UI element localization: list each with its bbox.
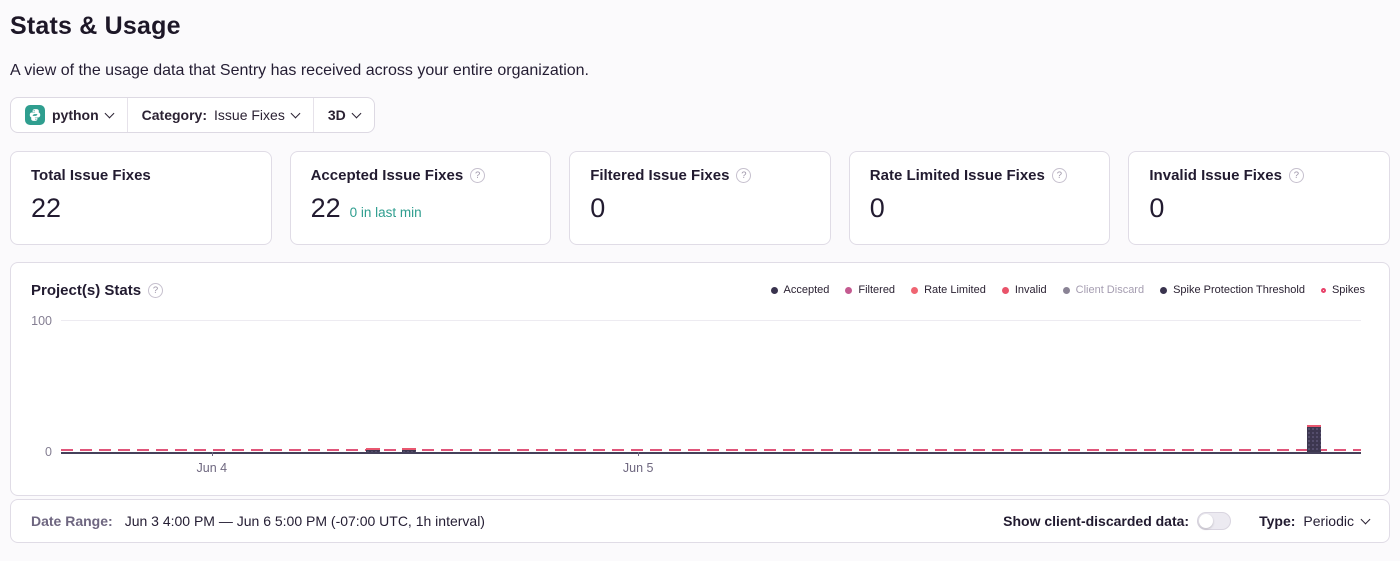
legend-dot-icon	[771, 287, 778, 294]
stat-cards-row: Total Issue Fixes 22 Accepted Issue Fixe…	[10, 151, 1390, 245]
legend-item-invalid[interactable]: Invalid	[1002, 284, 1047, 296]
usage-chart-plot: 0100Jun 4Jun 5	[61, 320, 1361, 454]
stat-card-value: 0	[1149, 193, 1164, 224]
python-icon	[25, 105, 45, 125]
chart-legend: Accepted Filtered Rate Limited Invalid Clien…	[771, 284, 1366, 296]
date-range-value: Jun 3 4:00 PM — Jun 6 5:00 PM (-07:00 UT…	[125, 513, 485, 529]
chevron-down-icon	[290, 108, 300, 118]
legend-label: Spikes	[1332, 284, 1365, 296]
help-icon[interactable]: ?	[1052, 168, 1067, 183]
x-axis-tick	[638, 452, 639, 456]
client-discard-toggle-group: Show client-discarded data:	[1003, 512, 1231, 530]
display-filter-dropdown[interactable]: 3D	[313, 98, 374, 132]
page-subtitle: A view of the usage data that Sentry has…	[10, 62, 1390, 80]
help-icon[interactable]: ?	[148, 283, 163, 298]
type-select-group: Type: Periodic	[1259, 513, 1369, 529]
help-icon[interactable]: ?	[736, 168, 751, 183]
legend-item-rate-limited[interactable]: Rate Limited	[911, 284, 986, 296]
stat-card-title: Filtered Issue Fixes	[590, 167, 729, 184]
legend-label: Filtered	[858, 284, 895, 296]
stat-card-invalid: Invalid Issue Fixes ? 0	[1128, 151, 1390, 245]
legend-label: Invalid	[1015, 284, 1047, 296]
chart-bar-accepted	[1307, 425, 1321, 452]
legend-item-spike-protection-threshold[interactable]: Spike Protection Threshold	[1160, 284, 1305, 296]
stat-card-subvalue: 0 in last min	[350, 205, 422, 220]
chevron-down-icon	[1361, 514, 1371, 524]
y-axis-label: 0	[45, 445, 52, 459]
type-select[interactable]: Periodic	[1303, 513, 1369, 529]
chevron-down-icon	[104, 108, 114, 118]
spike-protection-threshold-line	[61, 449, 1361, 451]
project-filter-label: python	[52, 107, 99, 123]
x-axis-label: Jun 5	[623, 461, 654, 475]
stat-card-value: 0	[590, 193, 605, 224]
display-filter-label: 3D	[328, 107, 346, 123]
stat-card-value: 22	[31, 193, 61, 224]
legend-label: Rate Limited	[924, 284, 986, 296]
category-filter-dropdown[interactable]: Category: Issue Fixes	[127, 98, 313, 132]
type-select-value: Periodic	[1303, 513, 1354, 529]
legend-dot-icon	[1160, 287, 1167, 294]
x-axis-tick	[212, 452, 213, 456]
project-stats-panel: Project(s) Stats ? Accepted Filtered Rate …	[10, 262, 1390, 496]
filter-bar: python Category: Issue Fixes 3D	[10, 97, 375, 133]
type-select-label: Type:	[1259, 513, 1295, 529]
chart-footer-bar: Date Range: Jun 3 4:00 PM — Jun 6 5:00 P…	[10, 499, 1390, 543]
legend-label: Client Discard	[1076, 284, 1144, 296]
stat-card-value: 0	[870, 193, 885, 224]
category-filter-value: Issue Fixes	[214, 107, 285, 123]
stat-card-title: Accepted Issue Fixes	[311, 167, 464, 184]
legend-item-client-discard[interactable]: Client Discard	[1063, 284, 1144, 296]
stat-card-rate-limited: Rate Limited Issue Fixes ? 0	[849, 151, 1111, 245]
legend-label: Spike Protection Threshold	[1173, 284, 1305, 296]
stats-usage-page: Stats & Usage A view of the usage data t…	[0, 0, 1400, 543]
stat-card-accepted: Accepted Issue Fixes ? 22 0 in last min	[290, 151, 552, 245]
legend-item-filtered[interactable]: Filtered	[845, 284, 895, 296]
legend-dot-icon	[1002, 287, 1009, 294]
category-filter-label: Category:	[142, 107, 207, 123]
legend-item-accepted[interactable]: Accepted	[771, 284, 830, 296]
stat-card-title: Invalid Issue Fixes	[1149, 167, 1282, 184]
chart-title: Project(s) Stats ?	[31, 282, 163, 299]
project-filter-dropdown[interactable]: python	[11, 98, 127, 132]
stat-card-total: Total Issue Fixes 22	[10, 151, 272, 245]
client-discard-toggle-label: Show client-discarded data:	[1003, 513, 1189, 529]
help-icon[interactable]: ?	[1289, 168, 1304, 183]
chart-bar-accepted	[366, 448, 380, 452]
x-axis-label: Jun 4	[197, 461, 228, 475]
page-title: Stats & Usage	[10, 12, 1390, 41]
stat-card-value: 22	[311, 193, 341, 224]
legend-label: Accepted	[784, 284, 830, 296]
toggle-knob	[1199, 514, 1213, 528]
legend-dot-icon	[1063, 287, 1070, 294]
date-range: Date Range: Jun 3 4:00 PM — Jun 6 5:00 P…	[31, 513, 485, 529]
stat-card-title: Rate Limited Issue Fixes	[870, 167, 1045, 184]
legend-dot-icon	[911, 287, 918, 294]
y-axis-label: 100	[31, 314, 52, 328]
legend-ring-icon	[1321, 288, 1326, 293]
legend-item-spikes[interactable]: Spikes	[1321, 284, 1365, 296]
legend-dot-icon	[845, 287, 852, 294]
stat-card-filtered: Filtered Issue Fixes ? 0	[569, 151, 831, 245]
stat-card-title: Total Issue Fixes	[31, 167, 151, 184]
help-icon[interactable]: ?	[470, 168, 485, 183]
chart-bar-accepted	[402, 448, 416, 452]
client-discard-toggle[interactable]	[1197, 512, 1231, 530]
chevron-down-icon	[351, 108, 361, 118]
date-range-label: Date Range:	[31, 513, 113, 529]
